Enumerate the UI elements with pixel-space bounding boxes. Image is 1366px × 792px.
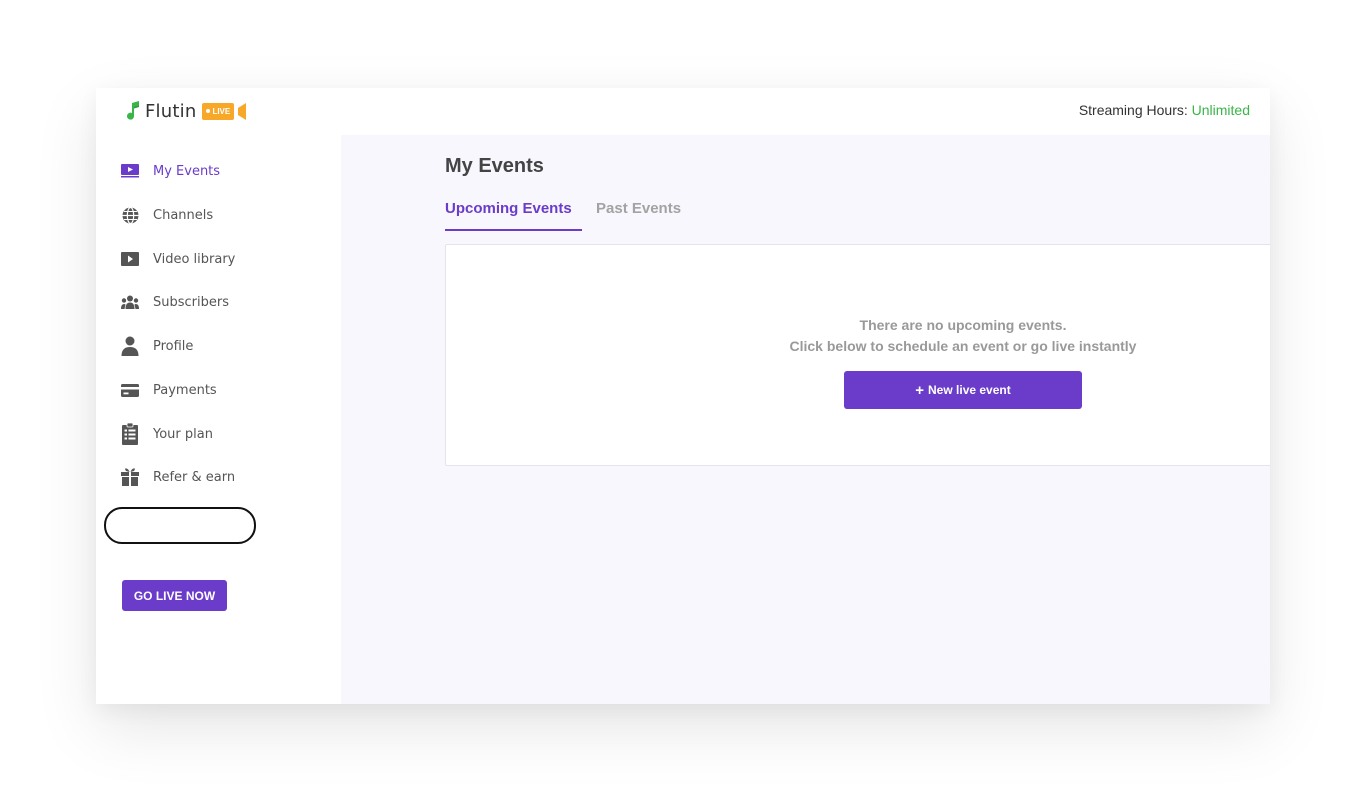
globe-icon [121, 206, 139, 224]
sidebar-item-refer-earn[interactable]: Refer & earn [121, 465, 235, 489]
sidebar-item-your-plan[interactable]: Your plan [121, 422, 213, 446]
page-title: My Events [445, 155, 544, 177]
sidebar-item-label: Your plan [153, 426, 213, 442]
sidebar-item-channels[interactable]: Channels [121, 203, 213, 227]
active-tab-indicator [445, 229, 582, 231]
users-icon [121, 293, 139, 311]
brand-name: Flutin [145, 100, 197, 122]
sidebar-item-video-library[interactable]: Video library [121, 247, 235, 271]
camera-lens-icon [238, 102, 247, 120]
empty-state-message: There are no upcoming events. [859, 317, 1067, 333]
events-card: There are no upcoming events. Click belo… [445, 244, 1270, 466]
sidebar-item-profile[interactable]: Profile [121, 334, 193, 358]
streaming-hours-value: Unlimited [1191, 102, 1250, 118]
plus-icon: + [915, 381, 925, 399]
sidebar: My Events Channels Video library Subscri… [96, 135, 341, 704]
streaming-hours: Streaming Hours: Unlimited [1079, 102, 1250, 118]
video-screen-icon [121, 162, 139, 180]
sidebar-item-label: Subscribers [153, 294, 229, 310]
sidebar-item-label: Profile [153, 338, 194, 354]
app-window: Flutin LIVE Streaming Hours: Unlimited M… [96, 88, 1270, 704]
main-content: My Events Upcoming Events Past Events Th… [341, 135, 1270, 704]
live-badge-label: LIVE [212, 106, 231, 116]
music-note-icon [127, 101, 139, 120]
card-icon [121, 381, 139, 399]
go-live-now-button[interactable]: GO LIVE NOW [122, 580, 227, 611]
empty-state-hint: Click below to schedule an event or go l… [789, 338, 1137, 354]
live-badge: LIVE [202, 102, 235, 120]
new-live-event-button[interactable]: + New live event [844, 371, 1082, 409]
gift-icon [121, 468, 139, 486]
brand-logo[interactable]: Flutin LIVE [126, 100, 247, 122]
sidebar-item-payments[interactable]: Payments [121, 378, 217, 402]
sidebar-item-label: Video library [153, 251, 236, 267]
new-live-event-label: New live event [928, 383, 1011, 397]
play-folder-icon [121, 250, 139, 268]
top-bar: Flutin LIVE Streaming Hours: Unlimited [96, 88, 1270, 135]
person-icon [121, 336, 139, 356]
sidebar-item-my-events[interactable]: My Events [121, 159, 220, 183]
sidebar-item-label: Refer & earn [153, 469, 236, 485]
sidebar-item-label: My Events [153, 163, 221, 179]
live-dot-icon [206, 109, 211, 113]
tab-past-events[interactable]: Past Events [596, 200, 681, 217]
sidebar-item-subscribers[interactable]: Subscribers [121, 290, 229, 314]
streaming-hours-label: Streaming Hours: [1078, 102, 1188, 118]
tab-upcoming-events[interactable]: Upcoming Events [445, 200, 572, 217]
sidebar-item-label: Channels [153, 207, 214, 223]
clipboard-icon [121, 423, 139, 445]
sidebar-item-label: Payments [153, 382, 217, 398]
highlight-ring [104, 507, 256, 544]
